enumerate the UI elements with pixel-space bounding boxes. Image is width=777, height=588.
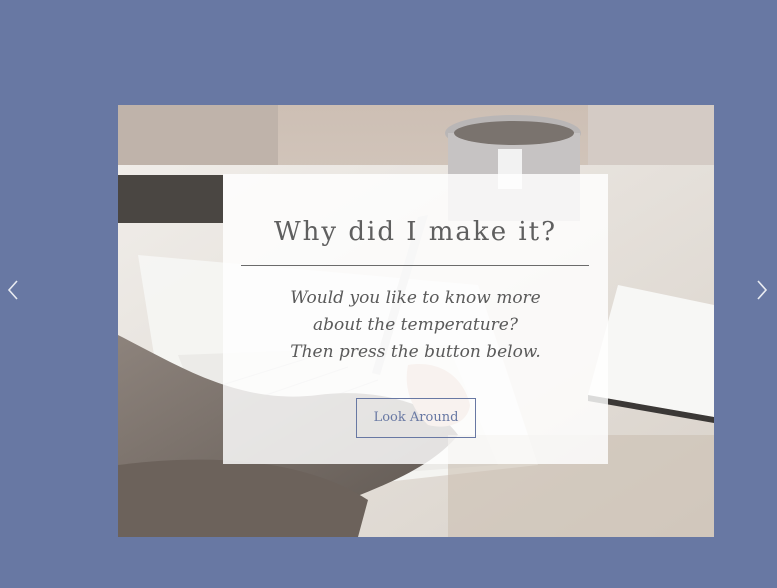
title-divider [241, 265, 589, 266]
card-text-line: Would you like to know more [290, 288, 541, 308]
card-text-line: Then press the button below. [290, 342, 541, 362]
card-text-line: about the temperature? [313, 315, 518, 335]
slideshow: Why did I make it? Would you like to kno… [0, 0, 777, 588]
card-title: Why did I make it? [273, 217, 558, 247]
info-card: Why did I make it? Would you like to kno… [223, 174, 608, 464]
chevron-left-icon [7, 280, 18, 300]
chevron-right-icon [757, 280, 768, 300]
look-around-button[interactable]: Look Around [356, 398, 476, 438]
next-slide-button[interactable] [749, 278, 773, 302]
card-description: Would you like to know more about the te… [243, 285, 588, 366]
previous-slide-button[interactable] [2, 278, 26, 302]
